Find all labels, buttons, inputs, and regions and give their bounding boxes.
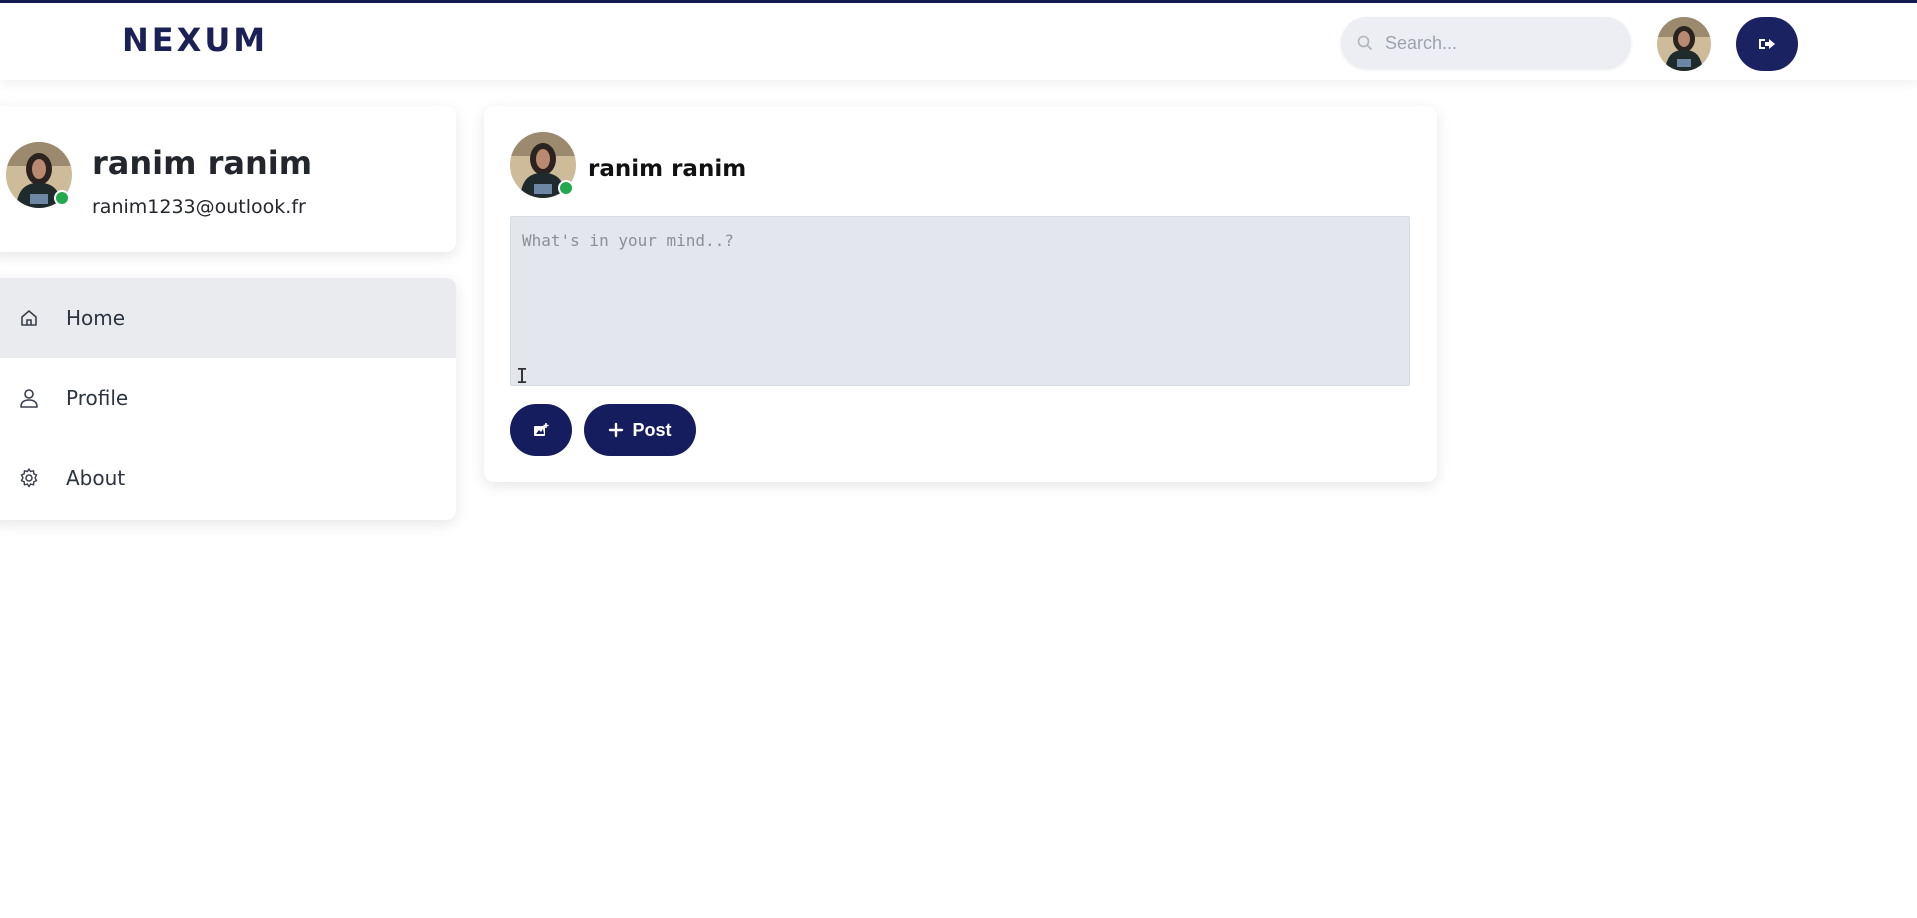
sidebar-item-profile[interactable]: Profile xyxy=(0,358,456,438)
sidebar-item-home[interactable]: Home xyxy=(0,278,456,358)
post-button[interactable]: Post xyxy=(584,404,696,456)
post-composer: ranim ranim Post xyxy=(484,106,1437,482)
image-add-icon xyxy=(534,423,549,436)
home-icon xyxy=(21,310,37,326)
add-image-button[interactable] xyxy=(510,404,572,456)
online-status-dot xyxy=(558,180,574,196)
sidebar-item-label: Home xyxy=(66,306,126,330)
user-icon xyxy=(20,389,38,408)
search-input[interactable] xyxy=(1385,17,1615,69)
text-cursor-icon: Ι xyxy=(516,364,529,388)
search-icon xyxy=(1357,35,1372,50)
profile-card: ranim ranim ranim1233@outlook.fr xyxy=(0,106,456,252)
sidebar-item-label: Profile xyxy=(66,386,129,410)
sidebar-nav: Home Profile About xyxy=(0,278,456,520)
plus-icon xyxy=(609,422,624,438)
profile-name: ranim ranim xyxy=(92,144,313,182)
header-avatar[interactable] xyxy=(1657,17,1711,71)
post-textarea[interactable] xyxy=(510,216,1410,386)
gear-icon xyxy=(20,468,38,488)
sidebar-item-about[interactable]: About xyxy=(0,438,456,518)
composer-avatar[interactable] xyxy=(510,132,576,198)
composer-author-name: ranim ranim xyxy=(588,156,747,182)
post-button-label: Post xyxy=(632,419,672,440)
profile-email: ranim1233@outlook.fr xyxy=(92,196,306,218)
search-bar[interactable] xyxy=(1341,17,1631,69)
logout-icon xyxy=(1759,39,1775,49)
logout-button[interactable] xyxy=(1736,17,1798,71)
top-navbar: NEXUM xyxy=(0,0,1917,80)
profile-avatar[interactable] xyxy=(6,142,72,208)
app-logo[interactable]: NEXUM xyxy=(122,21,268,59)
online-status-dot xyxy=(54,190,70,206)
sidebar-item-label: About xyxy=(66,466,126,490)
